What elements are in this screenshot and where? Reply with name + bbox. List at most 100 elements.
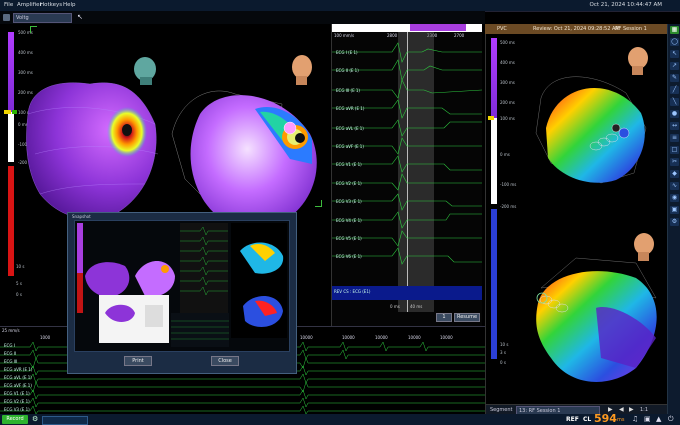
anatomy-icon[interactable]: ◯: [670, 38, 679, 46]
bottom-lead-label[interactable]: ECG V3 (E 1): [4, 407, 30, 412]
ecg-lead-label[interactable]: ECG V4 (E 1): [336, 218, 362, 223]
curve-icon[interactable]: ∿: [670, 182, 679, 190]
ecg-lead-label[interactable]: ECG V3 (E 1): [336, 199, 362, 204]
speaker-icon[interactable]: ♫: [632, 415, 638, 423]
step-back-icon[interactable]: ◀: [619, 406, 624, 413]
bottom-time-mark: 10000: [408, 335, 421, 340]
right-map-panel[interactable]: 500 ms 400 ms 300 ms 200 ms 100 ms 0 ms …: [485, 24, 668, 416]
right-map-views[interactable]: [516, 38, 666, 393]
ecg-header: [332, 24, 482, 32]
lock-icon[interactable]: ▣: [670, 206, 679, 214]
bottom-time-mark: 10000: [440, 335, 453, 340]
ref-label[interactable]: REF: [566, 416, 579, 423]
cl-unit: ms: [617, 417, 625, 423]
right-scale-top[interactable]: [491, 38, 497, 118]
page-selector[interactable]: 1: [436, 313, 452, 322]
head-orientation-icon-2[interactable]: [292, 55, 312, 85]
alert-icon[interactable]: ▲: [656, 415, 661, 423]
map-type-icon[interactable]: [3, 14, 10, 21]
color-scale-top[interactable]: [8, 32, 14, 112]
monitor-icon[interactable]: ▣: [644, 415, 651, 423]
pin-icon[interactable]: ●: [670, 110, 679, 118]
clip-icon[interactable]: □: [670, 146, 679, 154]
slash-icon[interactable]: ╲: [670, 98, 679, 106]
cut-icon[interactable]: ✂: [670, 158, 679, 166]
menu-file[interactable]: File: [4, 2, 13, 8]
toolbar: Voltg ↖: [0, 11, 485, 24]
bottom-time-mark: 10000: [375, 335, 388, 340]
map-combo[interactable]: Voltg: [13, 13, 72, 23]
menu-hotkeys[interactable]: Hotkeys: [40, 2, 62, 8]
close-button[interactable]: Close: [211, 356, 239, 366]
ecg-lead-label[interactable]: ECG V5 (E 1): [336, 236, 362, 241]
pen-icon[interactable]: ✎: [670, 74, 679, 82]
bottom-lead-label[interactable]: ECG V2 (E 1): [4, 399, 30, 404]
arrow-icon[interactable]: ↗: [670, 62, 679, 70]
status-field[interactable]: [42, 416, 88, 425]
session-label[interactable]: RF Session 1: [615, 26, 647, 32]
scale-label: 100 ms: [500, 116, 515, 121]
ecg-lead-label[interactable]: ECG aVR (E 1): [336, 106, 364, 111]
tag-icon[interactable]: ◆: [670, 170, 679, 178]
bottom-lead-label[interactable]: ECG III: [4, 359, 17, 364]
settings-icon[interactable]: ⚙: [670, 218, 679, 226]
ecg-lead-label[interactable]: ECG V1 (E 1): [336, 162, 362, 167]
close-label: Close: [218, 358, 232, 364]
scale-handle-yellow[interactable]: [4, 110, 11, 114]
right-head-icon[interactable]: [628, 47, 648, 75]
right-scale-blue[interactable]: [491, 209, 497, 359]
cursor-icon[interactable]: ↖: [77, 13, 83, 21]
settings-icon[interactable]: ⚙: [32, 415, 38, 423]
color-scale-white: [8, 112, 14, 162]
ref-lead-label[interactable]: REV CS : ECG (E1): [334, 289, 370, 294]
resume-button[interactable]: Resume: [454, 313, 480, 322]
color-scale-red[interactable]: [8, 166, 14, 276]
ecg-lead-label[interactable]: ECG II (E 1): [336, 68, 359, 73]
ecg-window-bar[interactable]: [410, 24, 466, 31]
ecg-lead-label[interactable]: ECG V2 (E 1): [336, 181, 362, 186]
ecg-lead-label[interactable]: ECG V6 (E 1): [336, 254, 362, 259]
layers-icon[interactable]: ≡: [670, 134, 679, 142]
menu-amplifier[interactable]: Amplifier: [17, 2, 42, 8]
record-button[interactable]: Record: [2, 415, 28, 424]
print-label: Print: [132, 358, 144, 364]
ecg-lead-label[interactable]: ECG III (E 1): [336, 88, 360, 93]
right-handle-yellow[interactable]: [488, 116, 494, 120]
grid-icon[interactable]: ▦: [670, 26, 679, 34]
step-forward-icon[interactable]: ▶: [629, 406, 634, 413]
head-orientation-icon[interactable]: [134, 57, 156, 85]
cl-label: CL: [583, 416, 592, 423]
line-icon[interactable]: ╱: [670, 86, 679, 94]
dialog-title: Snapshot: [72, 214, 91, 219]
scale-handle-green[interactable]: [12, 110, 17, 114]
ecg-lead-label[interactable]: ECG aVL (E 1): [336, 126, 364, 131]
measure-icon[interactable]: ↔: [670, 122, 679, 130]
status-bar: Record ⚙ REF CL 594 ms ♫ ▣ ▲ ⏻: [0, 412, 680, 425]
ecg-traces: [332, 42, 482, 301]
scale-label: -200 ms: [500, 204, 517, 209]
bottom-lead-label[interactable]: ECG V1 (E 1): [4, 391, 30, 396]
bottom-time-mark: 10000: [300, 335, 313, 340]
bottom-time-mark: 10000: [342, 335, 355, 340]
right-header: PVC Review: Oct 21, 2024 09:28:52 AM RF …: [485, 24, 667, 34]
bottom-lead-label[interactable]: ECG aVF (E 1): [4, 383, 32, 388]
bottom-lead-label[interactable]: ECG aVL (E 1): [4, 375, 32, 380]
view-corner-marker: [315, 200, 322, 207]
right-tab-label[interactable]: PVC: [497, 26, 507, 32]
power-icon[interactable]: ⏻: [668, 415, 674, 424]
print-button[interactable]: Print: [124, 356, 152, 366]
bottom-lead-label[interactable]: ECG I: [4, 343, 15, 348]
ref-lead-band: REV CS : ECG (E1): [332, 286, 482, 300]
menu-help[interactable]: Help: [63, 2, 76, 8]
bottom-lead-label[interactable]: ECG aVR (E 1): [4, 367, 32, 372]
right-head-icon-2[interactable]: [634, 233, 654, 261]
ecg-lead-label[interactable]: ECG aVF (E 1): [336, 144, 364, 149]
ecg-panel[interactable]: 100 mm/s 2800 2300 2700 ECG I (E 1) ECG …: [331, 24, 482, 326]
ecg-lead-label[interactable]: ECG I (E 1): [336, 50, 358, 55]
map-3d-views[interactable]: [20, 44, 330, 239]
zoom-value[interactable]: 1:1: [640, 407, 648, 413]
cursor-icon[interactable]: ↖: [670, 50, 679, 58]
bottom-lead-label[interactable]: ECG II: [4, 351, 16, 356]
eye-icon[interactable]: ◉: [670, 194, 679, 202]
ecg-footer-left: 0 ms: [390, 304, 400, 309]
